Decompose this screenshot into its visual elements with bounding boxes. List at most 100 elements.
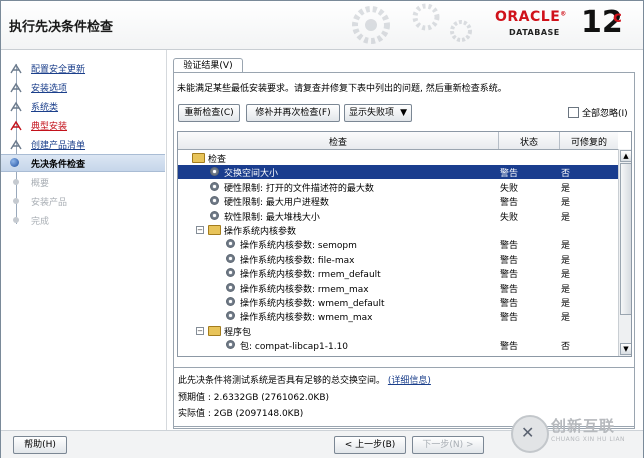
table-scrollbar[interactable]: ▲ ▼ [618,149,631,356]
completed-step-icon [10,82,22,93]
check-status: 失败 [500,183,519,194]
check-name: 软性限制: 最大堆栈大小 [224,212,320,223]
show-failed-dropdown[interactable]: 显示失败项 ▼ [344,104,412,122]
step-label: 先决条件检查 [31,160,86,170]
current-step-icon [10,158,19,167]
recheck-button[interactable]: 重新检查(C) [178,104,240,122]
step-label: 安装产品 [31,198,68,208]
check-name: 硬性限制: 打开的文件描述符的最大数 [224,183,374,194]
step-label: 概要 [31,179,50,189]
step-item[interactable]: 创建产品清单 [1,136,165,152]
check-name: 操作系统内核参数: file-max [240,255,355,266]
step-label: 安装选项 [31,84,68,94]
ignore-all-checkbox[interactable] [568,107,579,118]
folder-icon [208,225,221,235]
gear-icon [210,196,219,206]
pending-step-icon [13,217,19,223]
check-name: 交换空间大小 [224,169,279,180]
check-name: 包: compat-libcap1-1.10 [240,342,349,353]
scroll-down-icon[interactable]: ▼ [620,343,631,355]
check-name: 硬性限制: 最大用户进程数 [224,198,329,209]
gear-icon [226,268,235,278]
header: 执行先决条件检查 ORACLE® DATABASE 12 c [1,1,643,50]
table-row[interactable]: 操作系统内核参数: wmem_default 警告 是 [178,295,618,309]
table-row[interactable]: 操作系统内核参数: rmem_max 警告 是 [178,281,618,295]
table-row[interactable]: − 程序包 [178,324,618,338]
check-name: 操作系统内核参数: wmem_max [240,313,373,324]
scroll-up-icon[interactable]: ▲ [620,150,631,162]
table-row[interactable]: 包: compat-libcap1-1.10 警告 否 [178,338,618,352]
check-fixable: 是 [561,270,571,281]
actual-value: 实际值 : 2GB (2097148.0KB) [178,409,304,419]
next-button[interactable]: 下一步(N) > [412,436,484,454]
watermark-logo: ✕ 创新互联 CHUANG XIN HU LIAN [511,411,636,455]
step-item: 安装产品 [1,193,165,209]
gear-icon [226,311,235,321]
gear-icon [226,239,235,249]
step-item[interactable]: 配置安全更新 [1,60,165,76]
details-description: 此先决条件将测试系统是否具有足够的总交换空间。 (详细信息) [178,373,431,386]
check-status: 警告 [500,342,519,353]
check-status: 警告 [500,299,519,309]
step-item[interactable]: 先决条件检查 [1,154,165,172]
window-title: 执行先决条件检查 [9,20,114,35]
help-button[interactable]: 帮助(H) [13,436,67,454]
step-item[interactable]: 典型安装 [1,117,165,133]
collapse-toggle-icon[interactable]: − [196,326,204,335]
check-fixable: 是 [561,313,571,324]
table-row[interactable]: 操作系统内核参数: file-max 警告 是 [178,252,618,266]
step-label: 配置安全更新 [31,65,86,75]
check-name: 操作系统内核参数: rmem_default [240,270,381,281]
step-item[interactable]: 安装选项 [1,79,165,95]
scrollbar-thumb[interactable] [620,163,631,315]
status-message: 未能满足某些最低安装要求。请复查并修复下表中列出的问题, 然后重新检查系统。 [177,84,507,94]
gear-icon [210,210,219,220]
expected-value: 预期值 : 2.6332GB (2761062.0KB) [178,393,330,403]
check-status: 警告 [500,284,519,295]
folder-icon [208,325,221,336]
table-row[interactable]: 操作系统内核参数: semopm 警告 是 [178,237,618,251]
column-fixable[interactable]: 可修复的 [560,135,618,148]
check-status: 警告 [500,270,519,281]
watermark-subtext: CHUANG XIN HU LIAN [551,436,626,443]
fix-and-recheck-button[interactable]: 修补并再次检查(F) [246,104,340,122]
table-row[interactable]: 硬性限制: 最大用户进程数 警告 是 [178,194,618,208]
table-row[interactable]: − 操作系统内核参数 [178,223,618,237]
steps-sidebar: 配置安全更新 安装选项系统类典型安装创建产品清单 先决条件检查 概要安装产品完成 [1,50,167,430]
check-fixable: 是 [561,183,571,194]
check-name: 操作系统内核参数: rmem_max [240,284,369,295]
table-row[interactable]: 操作系统内核参数: rmem_default 警告 是 [178,266,618,280]
check-status: 失败 [500,212,519,223]
check-name: 操作系统内核参数: semopm [240,241,357,252]
table-row[interactable]: 操作系统内核参数: wmem_max 警告 是 [178,309,618,323]
step-item: 概要 [1,174,165,190]
completed-step-icon [10,120,22,131]
table-row[interactable]: 交换空间大小 警告 否 [178,165,618,180]
column-check[interactable]: 检查 [178,135,498,148]
installer-window: 执行先决条件检查 ORACLE® DATABASE 12 c 配置安全更新 安装选… [0,0,644,458]
check-fixable: 是 [561,284,571,295]
check-fixable: 是 [561,198,571,209]
gears-decoration-icon [352,3,472,44]
step-item: 完成 [1,212,165,228]
column-status[interactable]: 状态 [499,135,559,148]
step-item[interactable]: 系统类 [1,98,165,114]
pending-step-icon [13,198,19,204]
tab-validation-results[interactable]: 验证结果(V) [173,58,243,73]
table-row[interactable]: 硬性限制: 打开的文件描述符的最大数 失败 是 [178,180,618,194]
version-suffix: c [613,8,622,26]
check-status: 警告 [500,169,519,180]
pending-step-icon [13,179,19,185]
more-details-link[interactable]: (详细信息) [388,376,431,386]
step-label: 典型安装 [31,122,68,132]
check-fixable: 是 [561,241,571,252]
step-label: 创建产品清单 [31,141,86,151]
table-row[interactable]: 检查 [178,151,618,165]
step-label: 完成 [31,217,50,227]
back-button[interactable]: < 上一步(B) [334,436,406,454]
chevron-down-icon: ▼ [400,108,407,118]
check-status: 警告 [500,241,519,252]
collapse-toggle-icon[interactable]: − [196,226,204,234]
table-row[interactable]: 软性限制: 最大堆栈大小 失败 是 [178,209,618,223]
check-fixable: 是 [561,299,571,309]
